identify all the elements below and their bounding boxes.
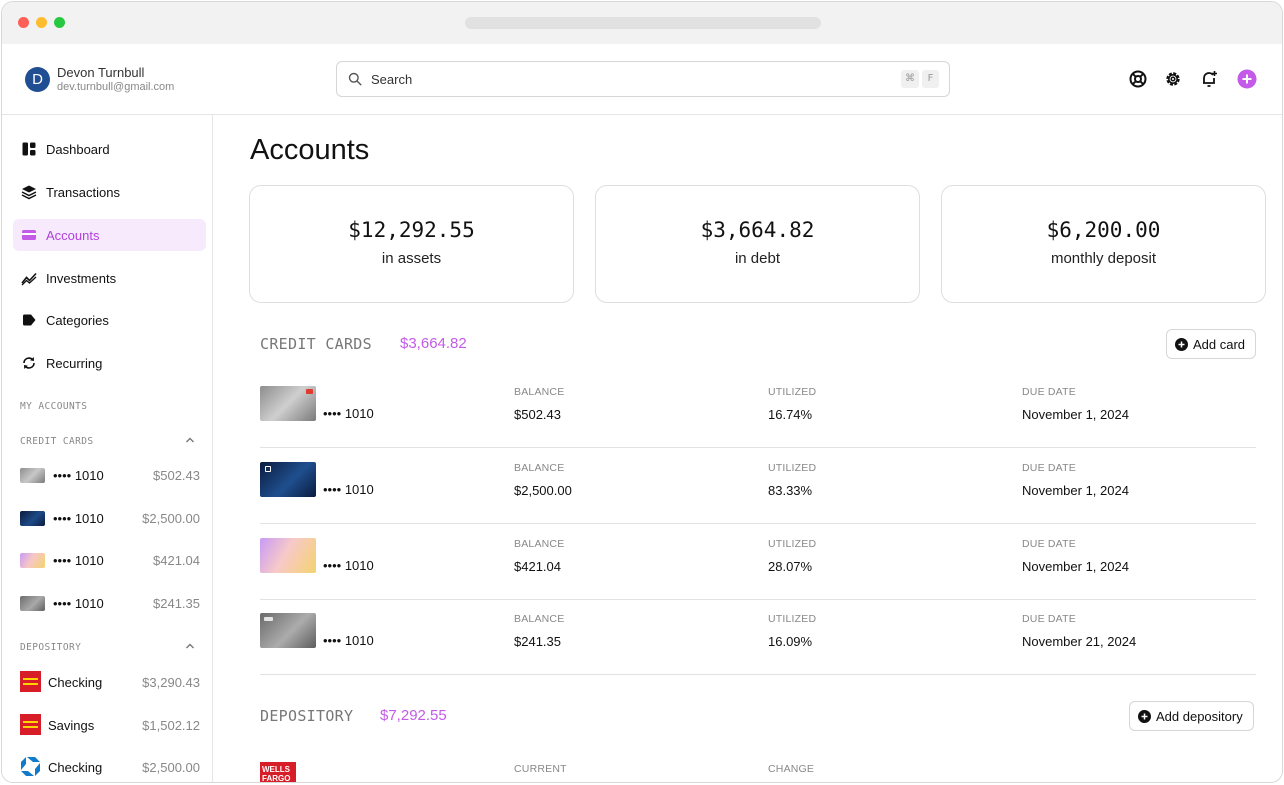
credit-card-row[interactable]: •••• 1010 BALANCE $241.35 UTILIZED 16.09… xyxy=(260,599,1256,675)
search-icon xyxy=(348,72,362,86)
sidebar: Dashboard Transactions Accounts Investme… xyxy=(2,115,213,782)
card-thumbnail xyxy=(20,511,45,526)
user-email: dev.turnbull@gmail.com xyxy=(57,81,175,93)
plus-circle-icon xyxy=(1175,337,1188,351)
card-image xyxy=(260,538,316,573)
stat-card-debt: $3,664.82 in debt xyxy=(595,185,920,303)
browser-titlebar xyxy=(2,2,1282,44)
top-header: D Devon Turnbull dev.turnbull@gmail.com … xyxy=(2,44,1282,115)
sidebar-item-accounts[interactable]: Accounts xyxy=(13,219,206,251)
add-plus-icon[interactable] xyxy=(1237,69,1257,89)
add-card-button[interactable]: Add card xyxy=(1166,329,1257,359)
chevron-up-icon[interactable] xyxy=(184,640,196,652)
wells-fargo-logo-icon: WELLS FARGO xyxy=(260,762,296,782)
avatar[interactable]: D xyxy=(25,67,50,92)
minimize-window-button[interactable] xyxy=(36,17,47,28)
search-placeholder: Search xyxy=(371,72,413,87)
depository-group-title: DEPOSITORY xyxy=(260,707,354,725)
close-window-button[interactable] xyxy=(18,17,29,28)
sidebar-item-label: Recurring xyxy=(46,355,103,371)
sidebar-credit-card-row[interactable]: •••• 1010 $241.35 xyxy=(20,591,200,615)
my-accounts-label: MY ACCOUNTS xyxy=(20,401,88,412)
credit-card-row[interactable]: •••• 1010 BALANCE $2,500.00 UTILIZED 83.… xyxy=(260,448,1256,524)
sidebar-item-label: Categories xyxy=(46,312,109,328)
sidebar-item-label: Transactions xyxy=(46,184,120,200)
address-bar[interactable] xyxy=(465,17,821,29)
depository-section-label: DEPOSITORY xyxy=(20,642,82,653)
trend-icon xyxy=(21,272,37,286)
notification-bell-icon[interactable] xyxy=(1199,69,1219,89)
chevron-up-icon[interactable] xyxy=(184,434,196,446)
maximize-window-button[interactable] xyxy=(54,17,65,28)
sidebar-item-dashboard[interactable]: Dashboard xyxy=(13,133,206,165)
sidebar-item-label: Investments xyxy=(46,270,117,286)
credit-card-row[interactable]: •••• 1010 BALANCE $421.04 UTILIZED 28.07… xyxy=(260,524,1256,600)
sidebar-credit-card-row[interactable]: •••• 1010 $2,500.00 xyxy=(20,506,200,530)
sidebar-item-transactions[interactable]: Transactions xyxy=(13,176,206,208)
depository-group-total: $7,292.55 xyxy=(380,707,447,724)
page-title: Accounts xyxy=(250,134,370,166)
sidebar-item-categories[interactable]: Categories xyxy=(13,304,206,336)
sidebar-depository-row[interactable]: Savings $1,502.12 xyxy=(20,713,200,737)
chase-logo-icon xyxy=(21,757,40,776)
credit-card-icon xyxy=(22,230,36,240)
credit-cards-group-title: CREDIT CARDS xyxy=(260,335,372,353)
wells-fargo-logo-icon xyxy=(20,671,41,692)
sidebar-credit-card-row[interactable]: •••• 1010 $421.04 xyxy=(20,548,200,572)
depository-row[interactable]: WELLS FARGO CURRENT CHANGE xyxy=(260,757,1256,782)
card-thumbnail xyxy=(20,596,45,611)
card-image xyxy=(260,613,316,648)
stat-card-monthly-deposit: $6,200.00 monthly deposit xyxy=(941,185,1266,303)
add-depository-button[interactable]: Add depository xyxy=(1129,701,1254,731)
help-lifebuoy-icon[interactable] xyxy=(1128,69,1148,89)
sidebar-credit-card-row[interactable]: •••• 1010 $502.43 xyxy=(20,463,200,487)
card-thumbnail xyxy=(20,468,45,483)
credit-cards-section-label: CREDIT CARDS xyxy=(20,436,94,447)
settings-gear-icon[interactable] xyxy=(1163,69,1183,89)
main-content: Accounts $12,292.55 in assets $3,664.82 … xyxy=(213,115,1282,782)
tag-icon xyxy=(23,314,36,326)
credit-cards-group-total: $3,664.82 xyxy=(400,335,467,352)
sidebar-depository-row[interactable]: Checking $2,500.00 xyxy=(20,755,200,779)
shortcut-key-f: F xyxy=(922,70,939,88)
user-name: Devon Turnbull xyxy=(57,65,145,80)
card-thumbnail xyxy=(20,553,45,568)
refresh-icon xyxy=(23,357,35,369)
sidebar-depository-row[interactable]: Checking $3,290.43 xyxy=(20,670,200,694)
app-window: D Devon Turnbull dev.turnbull@gmail.com … xyxy=(1,1,1283,783)
sidebar-item-investments[interactable]: Investments xyxy=(13,262,206,294)
search-input[interactable]: Search ⌘ F xyxy=(336,61,950,97)
sidebar-item-label: Dashboard xyxy=(46,141,110,157)
layers-icon xyxy=(21,185,37,200)
sidebar-item-recurring[interactable]: Recurring xyxy=(13,347,206,379)
wells-fargo-logo-icon xyxy=(20,714,41,735)
sidebar-item-label: Accounts xyxy=(46,227,100,243)
credit-card-row[interactable]: •••• 1010 BALANCE $502.43 UTILIZED 16.74… xyxy=(260,372,1256,448)
plus-circle-icon xyxy=(1138,709,1151,723)
dashboard-icon xyxy=(22,142,36,156)
stat-card-assets: $12,292.55 in assets xyxy=(249,185,574,303)
card-image xyxy=(260,462,316,497)
shortcut-key-cmd: ⌘ xyxy=(901,70,919,88)
card-image xyxy=(260,386,316,421)
